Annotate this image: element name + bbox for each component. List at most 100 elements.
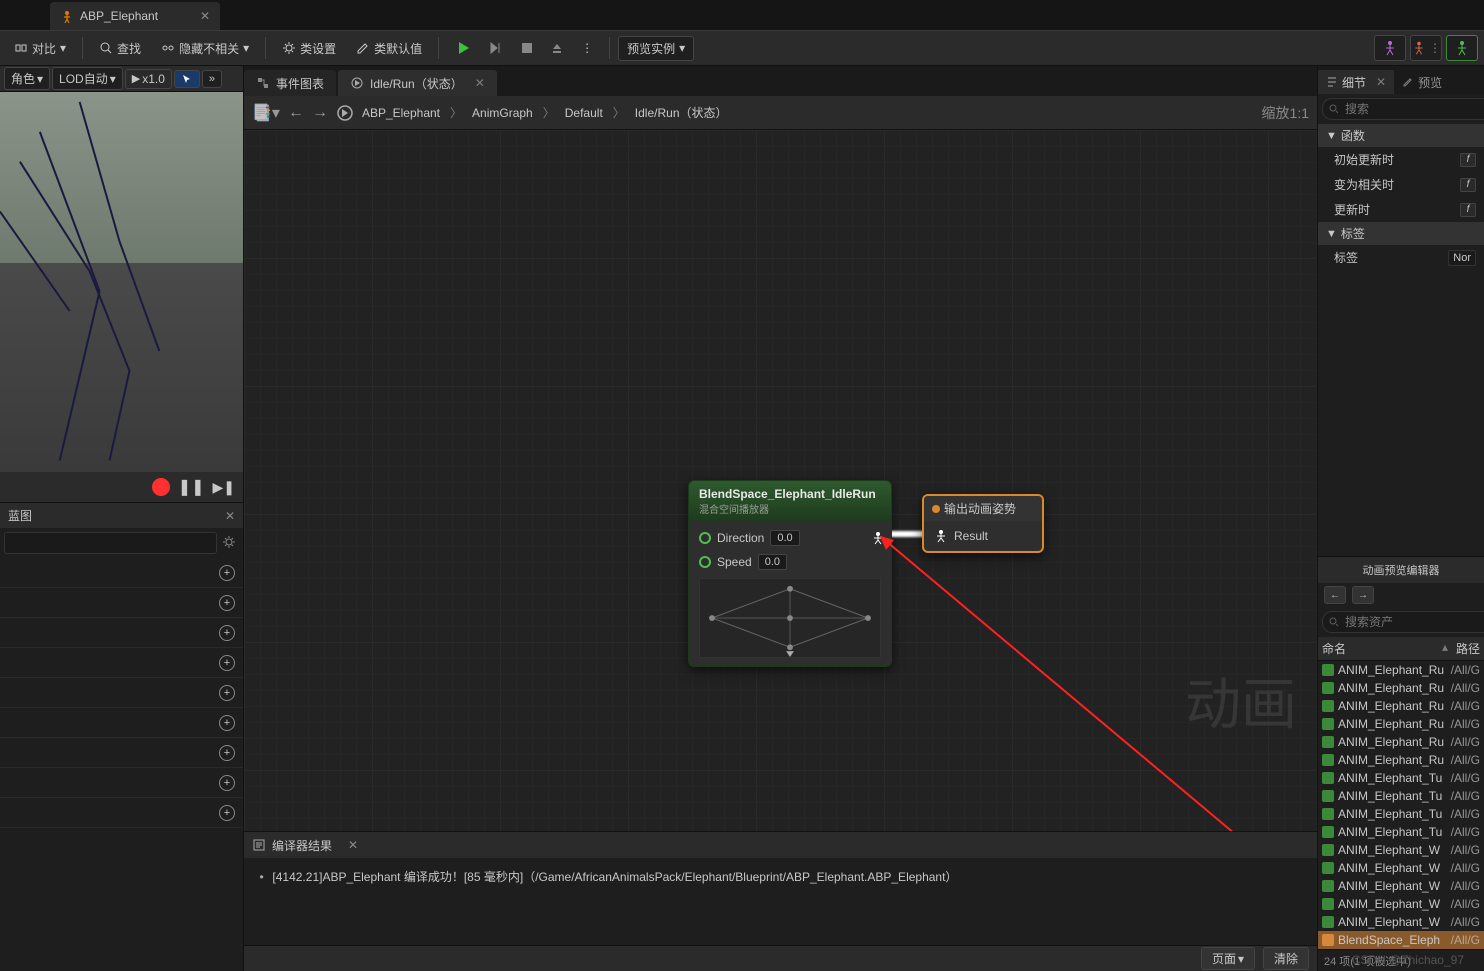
tab-preview[interactable]: 预览 — [1394, 70, 1450, 94]
pin-value-direction[interactable]: 0.0 — [770, 530, 799, 546]
pin-value-speed[interactable]: 0.0 — [758, 554, 787, 570]
compare-icon — [14, 41, 28, 55]
output-pose-node[interactable]: 输出动画姿势 Result — [922, 494, 1044, 553]
output-pin[interactable] — [871, 531, 885, 545]
asset-row[interactable]: ANIM_Elephant_Tu/All/G — [1318, 805, 1484, 823]
category-functions[interactable]: ▼ 函数 — [1318, 124, 1484, 147]
stop-button[interactable] — [513, 38, 541, 58]
speed-button[interactable]: ▶ x1.0 — [125, 69, 172, 89]
input-pin[interactable] — [699, 532, 711, 544]
anim-preview-panel: 动画预览编辑器 ← → 命名▴ 路径 ANIM_Elephant_Ru/All/… — [1318, 556, 1484, 971]
asset-row[interactable]: ANIM_Elephant_Ru/All/G — [1318, 751, 1484, 769]
asset-row[interactable]: ANIM_Elephant_Ru/All/G — [1318, 679, 1484, 697]
asset-row[interactable]: ANIM_Elephant_W/All/G — [1318, 841, 1484, 859]
animbp-icon — [60, 9, 74, 23]
asset-row-selected[interactable]: BlendSpace_Eleph /All/G — [1318, 931, 1484, 949]
function-binding[interactable]: f — [1460, 153, 1476, 167]
blueprint-search — [0, 528, 243, 558]
gear-icon[interactable] — [221, 534, 239, 552]
add-icon[interactable]: + — [219, 685, 235, 701]
skeleton-mode-button[interactable] — [1374, 35, 1406, 61]
clear-button[interactable]: 清除 — [1263, 947, 1309, 970]
breadcrumb-graph[interactable]: AnimGraph — [472, 106, 533, 120]
step-button[interactable] — [481, 37, 511, 59]
hide-unrelated-button[interactable]: 隐藏不相关▾ — [153, 36, 257, 61]
step-forward-button[interactable]: ▶❚ — [213, 479, 236, 496]
asset-row[interactable]: ANIM_Elephant_Ru/All/G — [1318, 661, 1484, 679]
add-icon[interactable]: + — [219, 655, 235, 671]
back-button[interactable]: ← — [1324, 586, 1346, 604]
viewport-3d[interactable] — [0, 92, 243, 472]
tab-state[interactable]: Idle/Run（状态） ✕ — [338, 70, 497, 96]
add-icon[interactable]: + — [219, 775, 235, 791]
file-tab[interactable]: ABP_Elephant ✕ — [50, 2, 220, 30]
add-icon[interactable]: + — [219, 805, 235, 821]
col-name[interactable]: 命名 — [1322, 640, 1442, 657]
class-settings-button[interactable]: 类设置 — [274, 36, 344, 61]
preview-nav: ← → — [1318, 583, 1484, 607]
class-defaults-button[interactable]: 类默认值 — [348, 36, 430, 61]
asset-row[interactable]: ANIM_Elephant_Ru/All/G — [1318, 715, 1484, 733]
asset-row[interactable]: ANIM_Elephant_Tu/All/G — [1318, 823, 1484, 841]
function-binding[interactable]: f — [1460, 178, 1476, 192]
asset-row[interactable]: ANIM_Elephant_W/All/G — [1318, 877, 1484, 895]
close-icon[interactable]: ✕ — [1376, 75, 1386, 89]
forward-button[interactable]: → — [312, 104, 328, 122]
preview-instance-dropdown[interactable]: 预览实例▾ — [618, 36, 694, 61]
record-button[interactable] — [152, 478, 170, 496]
function-binding[interactable]: f — [1460, 203, 1476, 217]
close-icon[interactable]: ✕ — [348, 838, 358, 852]
search-input[interactable] — [1322, 98, 1484, 120]
asset-row[interactable]: ANIM_Elephant_W/All/G — [1318, 895, 1484, 913]
viewport-more[interactable]: » — [202, 70, 222, 88]
left-panel: 角色▾ LOD自动▾ ▶ x1.0 » ❚❚ ▶❚ 蓝图 ✕ — [0, 66, 244, 971]
category-tags[interactable]: ▼ 标签 — [1318, 222, 1484, 245]
breadcrumb-default[interactable]: Default — [565, 106, 603, 120]
add-icon[interactable]: + — [219, 715, 235, 731]
compare-button[interactable]: 对比▾ — [6, 36, 74, 61]
play-button[interactable] — [447, 36, 479, 60]
character-dropdown[interactable]: 角色▾ — [4, 67, 50, 90]
breadcrumb-state[interactable]: Idle/Run（状态） — [635, 104, 728, 121]
add-icon[interactable]: + — [219, 565, 235, 581]
input-pin[interactable] — [699, 556, 711, 568]
asset-row[interactable]: ANIM_Elephant_Ru/All/G — [1318, 733, 1484, 751]
select-tool[interactable] — [174, 70, 200, 88]
play-controls: ⋮ — [447, 36, 601, 60]
pose-pin-icon[interactable] — [934, 529, 948, 543]
asset-row[interactable]: ANIM_Elephant_Tu/All/G — [1318, 787, 1484, 805]
eject-button[interactable] — [543, 38, 571, 58]
blendspace-node[interactable]: BlendSpace_Elephant_IdleRun 混合空间播放器 Dire… — [688, 480, 892, 667]
asset-row[interactable]: ANIM_Elephant_W/All/G — [1318, 913, 1484, 931]
hide-icon — [161, 41, 175, 55]
pause-button[interactable]: ❚❚ — [178, 477, 205, 497]
tab-details[interactable]: 细节 ✕ — [1318, 70, 1394, 94]
back-button[interactable]: ← — [288, 104, 304, 122]
more-button[interactable]: ⋮ — [573, 37, 601, 59]
lod-dropdown[interactable]: LOD自动▾ — [52, 67, 123, 90]
breadcrumb-root[interactable]: ABP_Elephant — [362, 106, 440, 120]
asset-row[interactable]: ANIM_Elephant_W/All/G — [1318, 859, 1484, 877]
col-path[interactable]: 路径 — [1456, 640, 1480, 657]
asset-search-input[interactable] — [1322, 611, 1484, 633]
page-dropdown[interactable]: 页面▾ — [1201, 947, 1255, 970]
tab-event-graph[interactable]: 事件图表 — [244, 70, 336, 96]
node-graph[interactable]: BlendSpace_Elephant_IdleRun 混合空间播放器 Dire… — [244, 130, 1317, 831]
tag-input[interactable]: Nor — [1448, 250, 1476, 266]
asset-row[interactable]: ANIM_Elephant_Tu/All/G — [1318, 769, 1484, 787]
blueprint-section: + — [0, 798, 243, 828]
find-button[interactable]: 查找 — [91, 36, 149, 61]
search-input[interactable] — [4, 532, 217, 554]
asset-row[interactable]: ANIM_Elephant_Ru/All/G — [1318, 697, 1484, 715]
add-icon[interactable]: + — [219, 625, 235, 641]
add-icon[interactable]: + — [219, 745, 235, 761]
anim-icon — [1322, 754, 1334, 766]
forward-button[interactable]: → — [1352, 586, 1374, 604]
add-icon[interactable]: + — [219, 595, 235, 611]
history-dropdown[interactable]: 📑▾ — [252, 103, 280, 123]
close-icon[interactable]: ✕ — [225, 509, 235, 523]
close-icon[interactable]: ✕ — [200, 9, 210, 23]
mesh-mode-button[interactable]: ⋮ — [1410, 35, 1442, 61]
anim-mode-button[interactable] — [1446, 35, 1478, 61]
close-icon[interactable]: ✕ — [475, 76, 485, 90]
